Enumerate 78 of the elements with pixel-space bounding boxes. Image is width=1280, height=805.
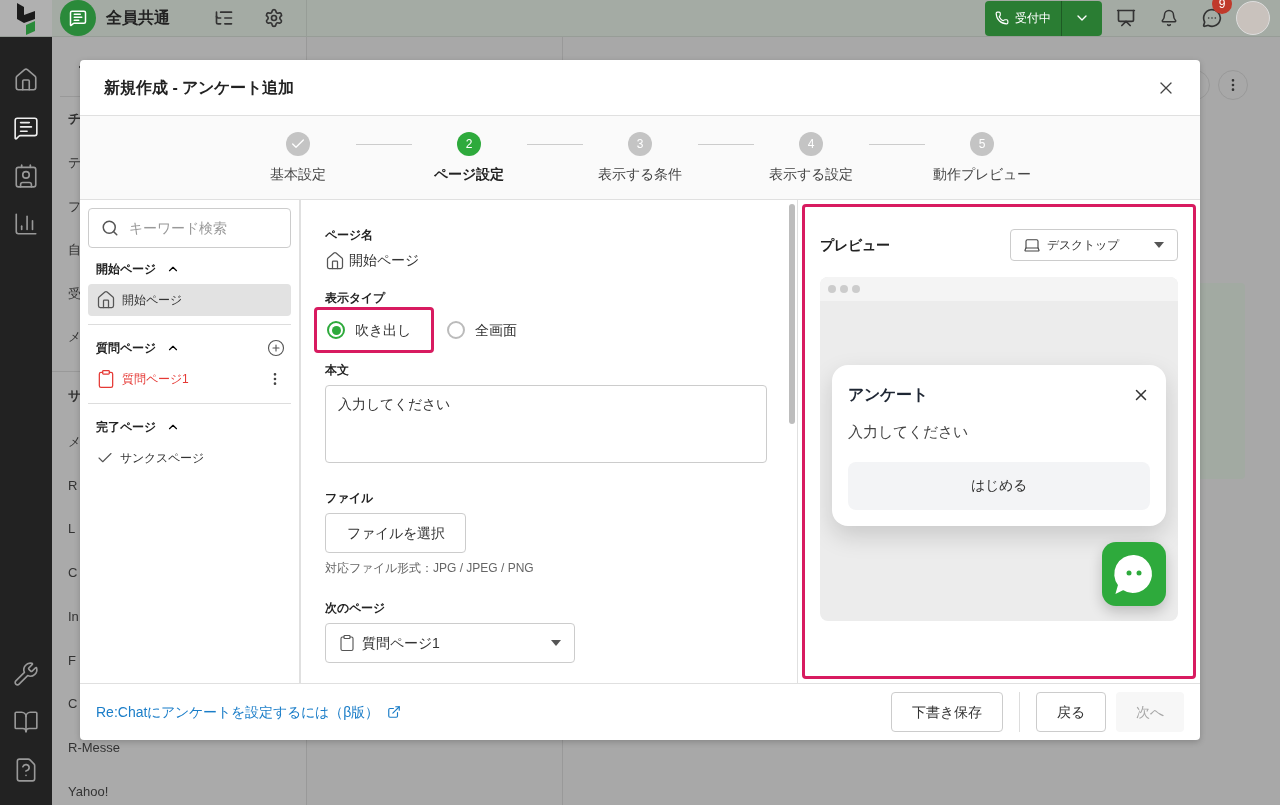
- popup-title: アンケート: [848, 385, 928, 405]
- list-item[interactable]: フ: [68, 196, 81, 217]
- preview-title: プレビュー: [820, 235, 890, 255]
- radio-option[interactable]: 吹き出し: [314, 307, 434, 353]
- laptop-icon: [1023, 236, 1041, 254]
- page-item[interactable]: 質問ページ1: [88, 363, 291, 395]
- chat-launcher-icon[interactable]: [1102, 541, 1166, 606]
- tools-icon[interactable]: [13, 661, 39, 688]
- home-icon[interactable]: [13, 67, 39, 93]
- section-heading: 完了ページ: [96, 419, 156, 436]
- file-format-note: 対応ファイル形式：JPG / JPEG / PNG: [325, 560, 535, 577]
- body-field[interactable]: 入力してください: [325, 385, 767, 463]
- dropdown-caret-icon: [1153, 241, 1165, 249]
- list-item[interactable]: Yahoo!: [68, 781, 109, 802]
- logo-icon: [15, 1, 37, 35]
- modal-title: 新規作成 - アンケート追加: [104, 77, 295, 98]
- list-item[interactable]: メ: [68, 432, 81, 452]
- section-heading: チ: [68, 110, 81, 129]
- search-icon: [101, 219, 119, 237]
- step-label[interactable]: 表示する設定: [769, 164, 853, 185]
- field-label: ファイル: [325, 490, 374, 507]
- field-label: 本文: [325, 362, 350, 379]
- next-page-select[interactable]: 質問ページ1: [325, 623, 575, 663]
- field-label: ページ名: [325, 227, 374, 244]
- section-heading: 質問ページ: [96, 340, 156, 357]
- footer-button[interactable]: 戻る: [1036, 692, 1106, 732]
- notification-badge: 9: [1212, 0, 1232, 14]
- phone-icon: [995, 11, 1009, 25]
- workspace-icon: [60, 0, 96, 36]
- workspace-name: 全員共通: [106, 8, 170, 28]
- settings-icon[interactable]: [264, 8, 284, 28]
- footer-button[interactable]: 下書き保存: [891, 692, 1003, 732]
- chart-icon[interactable]: [13, 211, 39, 237]
- file-select-button[interactable]: ファイルを選択: [325, 513, 466, 553]
- step-label[interactable]: 基本設定: [270, 164, 326, 185]
- help-link[interactable]: Re:Chatにアンケートを設定するには（β版）: [96, 701, 402, 723]
- add-icon[interactable]: [267, 339, 285, 357]
- list-item[interactable]: F: [68, 650, 76, 670]
- device-select[interactable]: デスクトップ: [1010, 229, 1178, 261]
- step-label[interactable]: ページ設定: [434, 164, 504, 185]
- home-icon: [325, 250, 345, 271]
- start-button[interactable]: はじめる: [848, 461, 1150, 510]
- board-icon[interactable]: [1116, 8, 1136, 28]
- list-item[interactable]: L: [68, 519, 76, 539]
- clipboard-icon: [338, 634, 356, 652]
- section-heading: サ: [68, 387, 81, 406]
- chat-icon[interactable]: [1202, 8, 1222, 28]
- list-item[interactable]: メ: [68, 327, 81, 347]
- search-input[interactable]: キーワード検索: [129, 217, 269, 239]
- tree-icon[interactable]: [214, 8, 234, 28]
- popup-text: 入力してください: [848, 422, 969, 442]
- field-label: 次のページ: [325, 600, 386, 617]
- section-heading: 開始ページ: [96, 261, 156, 278]
- radio-option[interactable]: 全画面: [434, 307, 530, 353]
- list-item[interactable]: 自: [68, 240, 81, 260]
- page-name-value: 開始ページ: [349, 251, 419, 270]
- step-label[interactable]: 表示する条件: [598, 164, 682, 185]
- list-item[interactable]: In: [68, 606, 79, 627]
- external-link-icon: [387, 705, 402, 719]
- list-item[interactable]: C: [68, 563, 78, 583]
- window-dots-icon: [828, 285, 860, 293]
- list-item[interactable]: 受: [68, 283, 81, 304]
- list-item[interactable]: C: [68, 694, 78, 714]
- field-label: 表示タイプ: [325, 290, 387, 307]
- list-item[interactable]: テ: [68, 153, 81, 173]
- bell-icon[interactable]: [1160, 9, 1178, 27]
- scrollbar-thumb[interactable]: [789, 204, 795, 424]
- page-item[interactable]: サンクスページ: [88, 442, 291, 474]
- search-box[interactable]: キーワード検索: [88, 208, 291, 248]
- dropdown-caret-icon: [550, 639, 562, 647]
- list-item[interactable]: R: [68, 475, 78, 496]
- chat-list-icon[interactable]: [13, 115, 39, 141]
- clipboard-icon: [96, 369, 116, 389]
- step-label[interactable]: 動作プレビュー: [933, 164, 1031, 185]
- list-item[interactable]: R-Messe: [68, 737, 120, 758]
- contact-icon[interactable]: [13, 163, 39, 189]
- page-item[interactable]: 開始ページ: [88, 284, 291, 316]
- home-icon: [96, 290, 116, 310]
